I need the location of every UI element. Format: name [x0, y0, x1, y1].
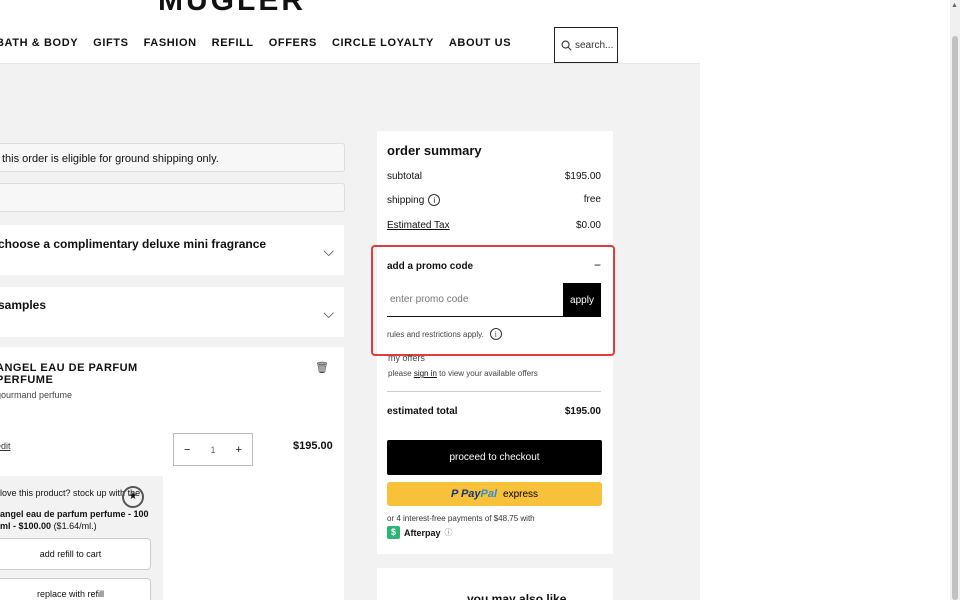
samples-panel[interactable]: samples ⌵ — [0, 287, 344, 337]
offers-signin-text: please sign in to view your available of… — [388, 369, 538, 378]
trash-icon[interactable]: 🗑 — [315, 361, 329, 374]
shipping-notice: this order is eligible for ground shippi… — [0, 143, 345, 172]
afterpay-label: Afterpay — [404, 527, 441, 538]
chevron-down-icon[interactable]: ⌵ — [323, 243, 334, 260]
tax-label[interactable]: Estimated Tax — [387, 220, 450, 231]
promo-title[interactable]: add a promo code — [387, 261, 473, 272]
promo-code-input[interactable] — [387, 283, 563, 317]
search-input[interactable]: search... — [554, 27, 618, 63]
shipping-row: shipping i free — [387, 194, 601, 206]
estimated-total-row: estimated total $195.00 — [387, 406, 601, 417]
product-description: gourmand perfume — [0, 390, 73, 400]
decrement-button[interactable]: − — [184, 444, 190, 456]
nav-item-about-us[interactable]: ABOUT US — [449, 37, 511, 49]
product-name[interactable]: ANGEL EAU DE PARFUM PERFUME — [0, 362, 196, 386]
info-icon[interactable]: i — [489, 328, 502, 340]
search-icon — [561, 40, 572, 50]
info-icon[interactable]: i — [428, 194, 441, 206]
complimentary-panel[interactable]: choose a complimentary deluxe mini fragr… — [0, 225, 344, 275]
apply-button[interactable]: apply — [563, 283, 601, 317]
search-placeholder: search... — [575, 39, 614, 51]
afterpay-brand[interactable]: $ Afterpay ⓘ — [387, 526, 453, 539]
scroll-up-icon[interactable]: ▲ — [951, 2, 958, 9]
summary-title: order summary — [387, 143, 482, 158]
total-value: $195.00 — [564, 406, 601, 417]
my-offers-label: my offers — [388, 353, 425, 363]
complimentary-title: choose a complimentary deluxe mini fragr… — [0, 237, 267, 251]
chevron-down-icon[interactable]: ⌵ — [323, 305, 334, 322]
refill-badge-icon: ★ — [122, 486, 144, 508]
subtotal-row: subtotal $195.00 — [387, 171, 601, 182]
shipping-value: free — [583, 194, 601, 205]
scroll-thumb[interactable] — [952, 36, 958, 600]
subtotal-value: $195.00 — [564, 171, 601, 182]
sign-in-link[interactable]: sign in — [414, 369, 437, 378]
paypal-express-label: express — [503, 488, 539, 500]
item-price: $195.00 — [293, 440, 333, 452]
cart-message-box — [0, 183, 345, 212]
brand-logo[interactable]: MUGLER — [158, 0, 306, 18]
collapse-icon[interactable]: − — [594, 258, 601, 272]
nav-item-circle-loyalty[interactable]: CIRCLE LOYALTY — [332, 37, 434, 49]
page-scrollbar[interactable]: ▲ — [950, 0, 960, 600]
rules-text: rules and restrictions apply. — [387, 329, 484, 339]
info-icon[interactable]: ⓘ — [445, 527, 453, 538]
nav-item-fashion[interactable]: FASHION — [144, 37, 197, 49]
paypal-logo-icon: P PayPal — [450, 488, 498, 500]
replace-refill-button[interactable]: replace with refill — [0, 578, 151, 600]
refill-question: love this product? stock up with the — [0, 488, 141, 498]
subtotal-label: subtotal — [387, 171, 423, 182]
quantity-value[interactable]: 1 — [210, 445, 215, 455]
tax-row: Estimated Tax $0.00 — [387, 220, 601, 231]
increment-button[interactable]: + — [236, 444, 242, 456]
quantity-stepper[interactable]: − 1 + — [173, 433, 253, 466]
shipping-label: shipping — [387, 195, 425, 206]
promo-rules: rules and restrictions apply. i — [387, 328, 502, 340]
site-header: MUGLER BATH & BODY GIFTS FASHION REFILL … — [0, 0, 700, 64]
nav-item-bath-body[interactable]: BATH & BODY — [0, 37, 78, 49]
afterpay-installments: or 4 interest-free payments of $48.75 wi… — [387, 514, 535, 523]
tax-value: $0.00 — [575, 220, 601, 231]
nav-item-offers[interactable]: OFFERS — [269, 37, 317, 49]
total-label: estimated total — [387, 406, 458, 417]
right-gutter — [700, 0, 950, 600]
afterpay-logo-icon: $ — [387, 526, 400, 539]
nav-item-gifts[interactable]: GIFTS — [93, 37, 128, 49]
checkout-button[interactable]: proceed to checkout — [387, 440, 602, 475]
shipping-label-group: shipping i — [387, 194, 441, 206]
summary-divider — [387, 391, 601, 392]
edit-link[interactable]: edit — [0, 441, 11, 451]
refill-upsell: love this product? stock up with the ★ a… — [0, 476, 163, 600]
recommendations-title: you may also like — [467, 592, 567, 600]
add-refill-button[interactable]: add refill to cart — [0, 538, 151, 570]
recommendations-card: you may also like — [377, 568, 613, 600]
main-nav: BATH & BODY GIFTS FASHION REFILL OFFERS … — [0, 37, 511, 49]
refill-unit-price: ($1.64/ml.) — [53, 521, 97, 531]
offers-pre: please — [388, 369, 412, 378]
samples-title: samples — [0, 298, 47, 312]
paypal-express-button[interactable]: P PayPal express — [387, 482, 602, 506]
nav-item-refill[interactable]: REFILL — [212, 37, 254, 49]
refill-product: angel eau de parfum perfume - 100 ml - $… — [0, 508, 150, 532]
offers-post: to view your available offers — [439, 369, 538, 378]
